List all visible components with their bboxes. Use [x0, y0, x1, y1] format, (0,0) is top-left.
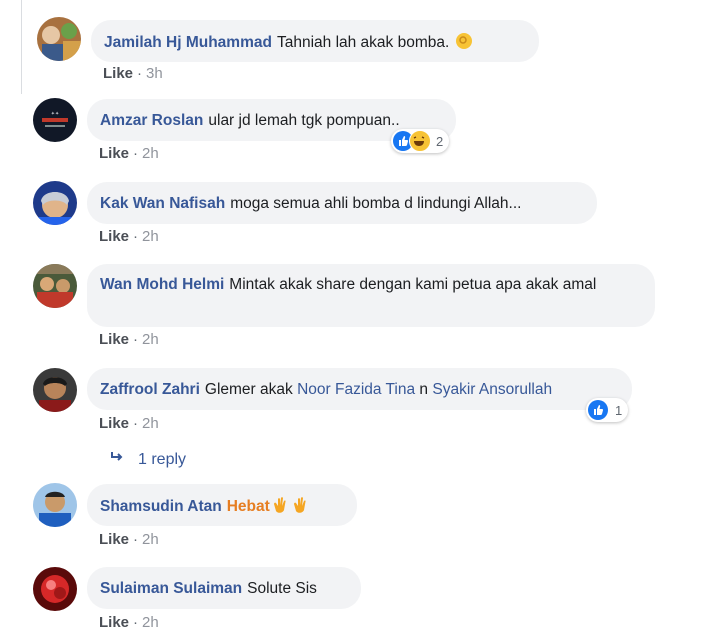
timestamp[interactable]: 2h — [142, 614, 159, 631]
comment-text: Mintak akak share dengan kami petua apa … — [229, 276, 597, 293]
comment-actions: Like · 2h — [99, 614, 159, 631]
avatar[interactable] — [33, 264, 77, 308]
comment-text: Tahniah lah akak bomba. — [276, 34, 450, 51]
comment-text: n — [419, 381, 429, 398]
comment-actions: Like · 2h — [99, 531, 159, 548]
avatar[interactable] — [33, 483, 77, 527]
reaction-summary[interactable]: 1 — [586, 398, 629, 422]
reply-count[interactable]: 1 reply — [138, 451, 186, 469]
comment-text: Solute Sis — [247, 580, 317, 597]
comment-author[interactable]: Amzar Roslan — [100, 112, 203, 129]
timestamp[interactable]: 2h — [142, 415, 159, 432]
comment-text: moga semua ahli bomba d lindungi Allah..… — [230, 195, 522, 212]
avatar[interactable] — [37, 17, 81, 61]
comment-bubble: Shamsudin Atan Hebat — [87, 484, 357, 526]
comment-text: Hebat — [226, 498, 270, 515]
like-link[interactable]: Like — [103, 65, 133, 82]
comment-bubble: Zaffrool Zahri Glemer akak Noor Fazida Ti… — [87, 368, 632, 410]
haha-reaction-icon — [409, 130, 431, 152]
avatar[interactable] — [33, 567, 77, 611]
clapping-hands-emoji-icon — [271, 495, 291, 515]
avatar[interactable]: ✦✦ — [33, 98, 77, 142]
clapping-hands-emoji-icon — [291, 495, 311, 515]
comment-bubble: Kak Wan Nafisah moga semua ahli bomba d l… — [87, 182, 597, 224]
reaction-count: 2 — [436, 133, 444, 149]
reply-arrow-icon — [110, 450, 124, 469]
like-link[interactable]: Like — [99, 614, 129, 631]
comment-author[interactable]: Shamsudin Atan — [100, 498, 222, 515]
mention-link[interactable]: Noor Fazida Tina — [297, 381, 415, 398]
comment-author[interactable]: Kak Wan Nafisah — [100, 195, 225, 212]
timestamp[interactable]: 2h — [142, 228, 159, 245]
comment-actions: Like · 2h — [99, 415, 159, 432]
reaction-count: 1 — [615, 402, 623, 418]
like-link[interactable]: Like — [99, 331, 129, 348]
avatar[interactable] — [33, 181, 77, 225]
comment-actions: Like · 2h — [99, 228, 159, 245]
like-reaction-icon — [588, 400, 608, 420]
comment-bubble: Sulaiman Sulaiman Solute Sis — [87, 567, 361, 609]
comment-bubble: Jamilah Hj Muhammad Tahniah lah akak bomb… — [91, 20, 539, 62]
svg-text:✦✦: ✦✦ — [51, 111, 59, 117]
comment-author[interactable]: Wan Mohd Helmi — [100, 276, 224, 293]
like-link[interactable]: Like — [99, 531, 129, 548]
timestamp[interactable]: 2h — [142, 145, 159, 162]
ok-hand-emoji-icon — [454, 31, 474, 51]
comment-author[interactable]: Sulaiman Sulaiman — [100, 580, 242, 597]
like-link[interactable]: Like — [99, 228, 129, 245]
avatar[interactable] — [33, 368, 77, 412]
timestamp[interactable]: 2h — [142, 531, 159, 548]
comment-bubble: Wan Mohd Helmi Mintak akak share dengan k… — [87, 264, 655, 327]
comment-author[interactable]: Jamilah Hj Muhammad — [104, 34, 272, 51]
comment-actions: Like · 2h — [99, 331, 159, 348]
comment-text: Glemer akak — [204, 381, 293, 398]
like-link[interactable]: Like — [99, 415, 129, 432]
mention-link[interactable]: Syakir Ansorullah — [432, 381, 552, 398]
thread-line — [21, 0, 22, 94]
like-link[interactable]: Like — [99, 145, 129, 162]
comment-actions: Like · 2h — [99, 145, 159, 162]
view-replies-link[interactable]: 1 reply — [110, 450, 186, 469]
reaction-summary[interactable]: 2 — [391, 129, 450, 153]
comment-actions: Like · 3h — [103, 65, 163, 82]
comment-author[interactable]: Zaffrool Zahri — [100, 381, 200, 398]
timestamp[interactable]: 3h — [146, 65, 163, 82]
timestamp[interactable]: 2h — [142, 331, 159, 348]
comment-text: ular jd lemah tgk pompuan.. — [208, 112, 400, 129]
